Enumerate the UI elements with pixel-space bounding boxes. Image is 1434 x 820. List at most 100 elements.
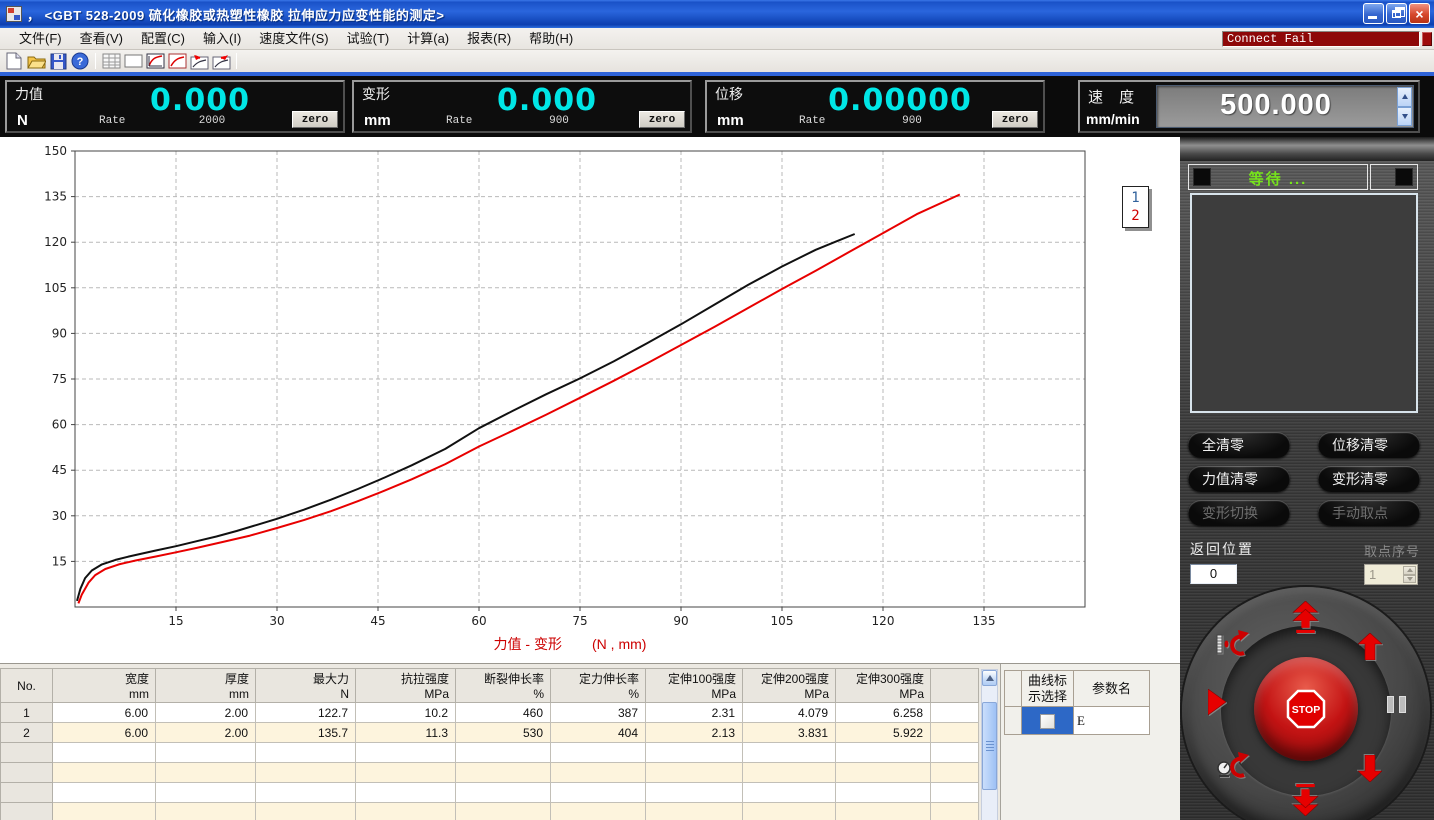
data-table-icon[interactable] [101, 51, 121, 71]
window-title: ， <GBT 528-2009 硫化橡胶或热塑性橡胶 拉伸应力应变性能的测定> [27, 5, 445, 24]
table-scrollbar[interactable] [981, 669, 998, 820]
machine-control-panel: 等待 ... 全清零位移清零力值清零变形清零变形切换手动取点 返回位置 0 取点… [1180, 137, 1434, 820]
cs-checkbox-cell[interactable] [1022, 707, 1074, 735]
cell-r1-c7: 2.31 [646, 703, 743, 723]
rate-label: Rate [446, 115, 472, 127]
spin-down-icon [1402, 114, 1408, 119]
cell-empty [931, 743, 979, 763]
curve-select-table: 曲线标示选择 参数名 E [1004, 670, 1150, 735]
cell-empty [646, 743, 743, 763]
force-zero-button[interactable]: zero [292, 111, 338, 128]
menu-item-2[interactable]: 配置(C) [132, 28, 194, 50]
menu-item-8[interactable]: 帮助(H) [520, 28, 582, 50]
menu-item-4[interactable]: 速度文件(S) [250, 28, 337, 50]
cell-empty [256, 783, 356, 803]
speed-down-button[interactable] [1397, 107, 1412, 127]
cell-r2-c1: 6.00 [53, 723, 156, 743]
help-icon[interactable]: ? [70, 51, 90, 71]
scroll-up-button[interactable] [982, 670, 997, 686]
jog-speed-up-button[interactable] [1216, 629, 1250, 663]
curve-page-1[interactable]: 1 [1131, 189, 1139, 207]
col-name: 定伸200强度 [761, 672, 829, 686]
menu-item-7[interactable]: 报表(R) [458, 28, 520, 50]
table-row-empty[interactable] [1, 783, 979, 803]
col-unit: MPa [749, 687, 829, 701]
displacement-gauge-label: 位移 [715, 84, 743, 104]
close-button[interactable]: × [1409, 3, 1430, 24]
x-tick-label: 90 [673, 614, 688, 628]
run-button[interactable] [1208, 689, 1226, 715]
blank-report-icon[interactable] [123, 51, 143, 71]
fast-down-button[interactable] [1292, 783, 1319, 816]
curve-mark-checkbox[interactable] [1040, 714, 1055, 729]
deformation-zero-button2[interactable]: 变形清零 [1318, 466, 1420, 492]
cs-row[interactable]: E [1005, 707, 1150, 735]
speed-up-button[interactable] [1397, 87, 1412, 107]
scrollbar-thumb[interactable] [982, 702, 997, 790]
rate-label: Rate [99, 115, 125, 127]
force-zero-button2[interactable]: 力值清零 [1188, 466, 1290, 492]
menu-item-6[interactable]: 计算(a) [398, 28, 458, 50]
menu-item-5[interactable]: 试验(T) [338, 28, 399, 50]
cell-empty [551, 803, 646, 820]
connect-status-indicator [1422, 32, 1432, 46]
cell-empty [551, 763, 646, 783]
force-deformation-chart[interactable]: 1530456075901051201351530456075901051201… [0, 137, 1180, 663]
table-row-empty[interactable] [1, 763, 979, 783]
curve-page-selector[interactable]: 12 [1122, 186, 1149, 228]
cs-header-checkbox-col: 曲线标示选择 [1022, 671, 1074, 707]
speed-spinner [1397, 87, 1412, 126]
cell-empty [743, 743, 836, 763]
point-index-down-button[interactable] [1403, 575, 1416, 584]
fast-up-button[interactable] [1292, 601, 1319, 634]
menu-item-0[interactable]: 文件(F) [10, 28, 71, 50]
status-indicator-right [1395, 168, 1413, 186]
up-button[interactable] [1358, 633, 1382, 660]
cell-r2-c0: 2 [1, 723, 53, 743]
menu-item-1[interactable]: 查看(V) [71, 28, 132, 50]
curve-export-prev-icon[interactable] [189, 51, 209, 71]
col-header-8: 定伸200强度MPa [743, 669, 836, 703]
point-index-input[interactable]: 1 [1364, 564, 1418, 585]
y-tick-label: 30 [52, 509, 67, 523]
displacement-zero-button[interactable]: zero [992, 111, 1038, 128]
cell-empty [456, 763, 551, 783]
table-row-empty[interactable] [1, 743, 979, 763]
return-position-input[interactable]: 0 [1190, 564, 1237, 584]
table-row-empty[interactable] [1, 803, 979, 820]
point-index-up-button[interactable] [1403, 566, 1416, 575]
stop-button[interactable]: STOP [1254, 657, 1358, 761]
table-row-2[interactable]: 26.002.00135.711.35304042.133.8315.922 [1, 723, 979, 743]
curve-red-icon[interactable] [167, 51, 187, 71]
open-file-icon[interactable] [26, 51, 46, 71]
cell-empty [256, 763, 356, 783]
rate-value: 2000 [157, 115, 267, 127]
y-tick-label: 75 [52, 372, 67, 386]
table-row-1[interactable]: 16.002.00122.710.24603872.314.0796.258 [1, 703, 979, 723]
displacement-zero-button2[interactable]: 位移清零 [1318, 432, 1420, 458]
all-zero-button[interactable]: 全清零 [1188, 432, 1290, 458]
col-header-5: 断裂伸长率% [456, 669, 551, 703]
menu-item-3[interactable]: 输入(I) [194, 28, 250, 50]
jog-speed-down-button[interactable] [1216, 751, 1250, 785]
cell-empty [356, 763, 456, 783]
close-icon: × [1415, 6, 1423, 22]
cell-r1-c2: 2.00 [156, 703, 256, 723]
stop-sign-icon: STOP [1286, 689, 1326, 729]
cell-empty [256, 743, 356, 763]
deformation-zero-button[interactable]: zero [639, 111, 685, 128]
col-unit: MPa [842, 687, 924, 701]
col-unit: % [462, 687, 544, 701]
new-file-icon[interactable] [4, 51, 24, 71]
curve-view-icon[interactable] [145, 51, 165, 71]
pause-button[interactable] [1387, 696, 1409, 713]
curve-export-next-icon[interactable] [211, 51, 231, 71]
restore-button[interactable] [1386, 3, 1407, 24]
save-file-icon[interactable] [48, 51, 68, 71]
curve-page-2[interactable]: 2 [1131, 207, 1139, 225]
deformation-gauge-value: 0.000 [434, 83, 660, 118]
rate-label: Rate [799, 115, 825, 127]
minimize-button[interactable] [1363, 3, 1384, 24]
down-button[interactable] [1358, 755, 1382, 782]
connect-status-text: Connect Fail [1223, 32, 1419, 46]
